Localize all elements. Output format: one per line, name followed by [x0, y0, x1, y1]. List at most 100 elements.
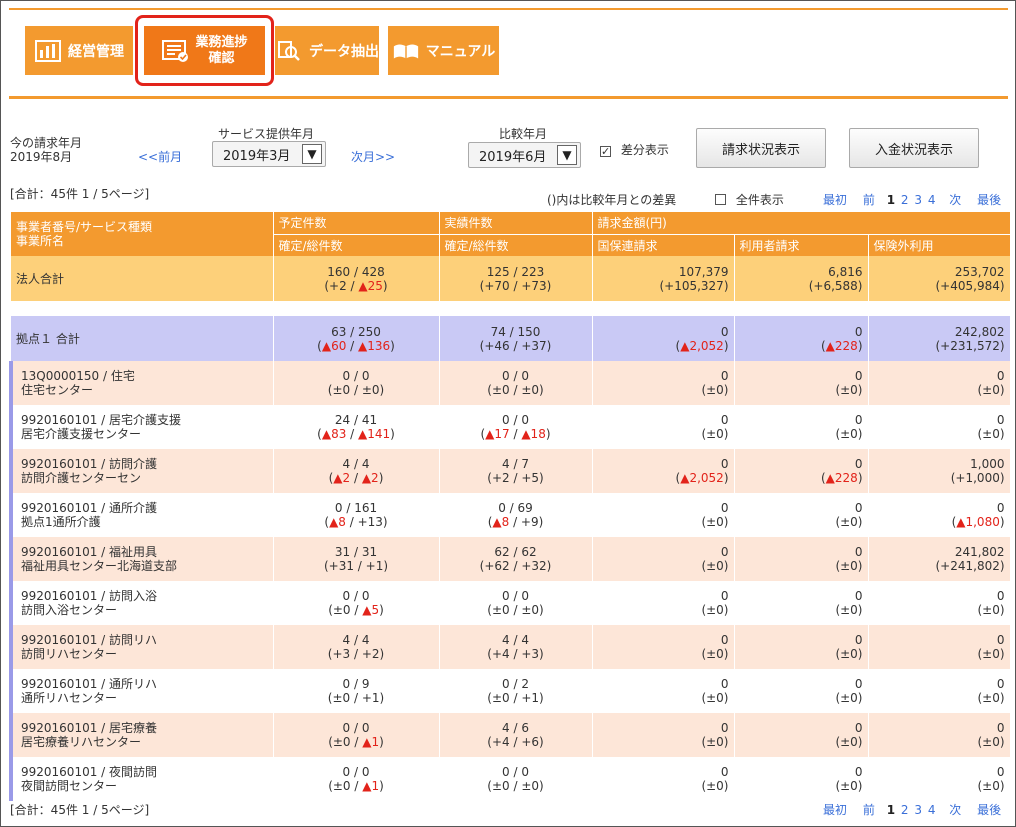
book-icon	[392, 39, 420, 63]
actual-count: 0 / 0 (±0 / ±0)	[439, 361, 593, 405]
office-name: 9920160101 / 訪問介護 訪問介護センターセン	[9, 449, 274, 493]
user-amount: 0 (±0)	[734, 581, 869, 625]
pager-page-link[interactable]: 3	[914, 803, 922, 817]
outside-amount-diff: (+241,802)	[935, 559, 1005, 573]
header-bottom-rule	[9, 96, 1008, 99]
next-month-link[interactable]: 次月>>	[351, 148, 395, 165]
pager-page-link[interactable]: 4	[928, 803, 936, 817]
pager-page-link[interactable]: 2	[901, 803, 909, 817]
progress-table: 事業者番号/サービス種類 事業所名 予定件数 実績件数 請求金額(円) 確定/総件…	[9, 212, 1011, 801]
pager-next-link[interactable]: 次	[949, 193, 961, 207]
header-office: 事業者番号/サービス種類 事業所名	[11, 212, 274, 256]
compare-month-value: 2019年6月	[479, 149, 547, 165]
outside-amount: 0 (▲1,080)	[868, 493, 1011, 537]
outside-amount: 0 (±0)	[868, 625, 1011, 669]
pager-page-link[interactable]: 2	[901, 193, 909, 207]
actual-count: 62 / 62 (+62 / +32)	[439, 537, 593, 581]
header-user: 利用者請求	[734, 233, 869, 256]
national-amount-diff: (±0)	[701, 559, 729, 573]
header-actual: 実績件数	[439, 212, 593, 234]
base-outside-diff: (+231,572)	[935, 338, 1005, 353]
billing-status-button[interactable]: 請求状況表示	[696, 128, 826, 168]
national-amount-diff: (±0)	[701, 647, 729, 661]
planned-count: 0 / 161 (▲8 / +13)	[273, 493, 440, 537]
checkbox-checked-icon[interactable]: ✓	[600, 146, 611, 157]
user-amount-diff: (±0)	[835, 735, 863, 749]
national-amount-diff: (±0)	[701, 603, 729, 617]
user-amount-diff: (±0)	[835, 603, 863, 617]
outside-amount-diff: (±0)	[977, 647, 1005, 661]
header-top-rule	[9, 8, 1008, 10]
diff-note: ()内は比較年月との差異	[547, 193, 677, 207]
nav-management-label: 経営管理	[68, 43, 124, 60]
actual-count: 0 / 2 (±0 / +1)	[439, 669, 593, 713]
base-user-diff: (▲228)	[820, 338, 863, 353]
office-name: 9920160101 / 居宅療養 居宅療養リハセンター	[9, 713, 274, 757]
table-row[interactable]: 9920160101 / 訪問入浴 訪問入浴センター 0 / 0 (±0 / ▲5) 0…	[9, 581, 1011, 625]
nav-manual-button[interactable]: マニュアル	[388, 26, 499, 75]
national-amount: 0 (±0)	[592, 757, 735, 801]
header-outside: 保険外利用	[868, 233, 1011, 256]
corp-planned: 160 / 428 (+2 / ▲25)	[273, 256, 440, 301]
base-outside: 242,802 (+231,572)	[868, 316, 1011, 361]
planned-count-diff: (▲83 / ▲141)	[317, 427, 395, 441]
pager-prev-link[interactable]: 前	[863, 803, 875, 817]
pager-page-link[interactable]: 3	[914, 193, 922, 207]
chevron-down-icon: ▼	[302, 144, 322, 164]
pager-page-link[interactable]: 4	[928, 193, 936, 207]
nav-data-extract-label: データ抽出	[309, 43, 379, 60]
nav-management-button[interactable]: 経営管理	[25, 26, 133, 75]
diff-display-toggle[interactable]: ✓ 差分表示	[600, 141, 669, 158]
national-amount-diff: (±0)	[701, 383, 729, 397]
table-row[interactable]: 9920160101 / 通所リハ 通所リハセンター 0 / 9 (±0 / +1) 0…	[9, 669, 1011, 713]
base-planned: 63 / 250 (▲60 / ▲136)	[273, 316, 440, 361]
user-amount: 0 (±0)	[734, 625, 869, 669]
table-row[interactable]: 9920160101 / 通所介護 拠点1通所介護 0 / 161 (▲8 / +13…	[9, 493, 1011, 537]
table-row[interactable]: 9920160101 / 居宅療養 居宅療養リハセンター 0 / 0 (±0 / ▲1…	[9, 713, 1011, 757]
pager-last-link[interactable]: 最後	[977, 803, 1001, 817]
user-amount-diff: (±0)	[835, 559, 863, 573]
user-amount: 0 (±0)	[734, 493, 869, 537]
table-row[interactable]: 9920160101 / 夜間訪問 夜間訪問センター 0 / 0 (±0 / ▲1) 0…	[9, 757, 1011, 801]
base-national: 0 (▲2,052)	[592, 316, 735, 361]
table-row[interactable]: 9920160101 / 訪問介護 訪問介護センターセン 4 / 4 (▲2 / ▲2…	[9, 449, 1011, 493]
show-all-toggle[interactable]: 全件表示	[715, 191, 784, 208]
outside-amount-diff: (±0)	[977, 603, 1005, 617]
nav-data-extract-button[interactable]: データ抽出	[275, 26, 379, 75]
table-row[interactable]: 9920160101 / 訪問リハ 訪問リハセンター 4 / 4 (+3 / +2) 4…	[9, 625, 1011, 669]
table-row[interactable]: 13Q0000150 / 住宅 住宅センター 0 / 0 (±0 / ±0) 0 / 0…	[9, 361, 1011, 405]
actual-count-diff: (▲8 / +9)	[487, 515, 544, 529]
outside-amount-diff: (±0)	[977, 383, 1005, 397]
checkbox-icon[interactable]	[715, 194, 726, 205]
user-amount: 0 (±0)	[734, 757, 869, 801]
table-row[interactable]: 9920160101 / 居宅介護支援 居宅介護支援センター 24 / 41 (▲83…	[9, 405, 1011, 449]
national-amount: 0 (±0)	[592, 537, 735, 581]
current-billing-value: 2019年8月	[10, 150, 73, 164]
pager-prev-link[interactable]: 前	[863, 193, 875, 207]
national-amount: 0 (±0)	[592, 581, 735, 625]
payment-status-button[interactable]: 入金状況表示	[849, 128, 979, 168]
prev-month-link[interactable]: <<前月	[138, 148, 182, 165]
bar-chart-icon	[34, 39, 62, 63]
planned-count-diff: (±0 / ▲1)	[328, 779, 384, 793]
spacer-cell	[11, 301, 1011, 316]
planned-count-diff: (▲8 / +13)	[324, 515, 388, 529]
pager-first-link[interactable]: 最初	[823, 193, 847, 207]
search-icon	[275, 39, 303, 63]
pager-next-link[interactable]: 次	[949, 803, 961, 817]
planned-count: 0 / 0 (±0 / ▲5)	[273, 581, 440, 625]
pager-top: 最初 前 1 2 3 4 次 最後	[823, 191, 1001, 208]
service-month-value: 2019年3月	[223, 148, 291, 164]
table-row[interactable]: 9920160101 / 福祉用具 福祉用具センター北海道支部 31 / 31 (+3…	[9, 537, 1011, 581]
outside-amount-diff: (±0)	[977, 779, 1005, 793]
service-month-select[interactable]: 2019年3月 ▼	[212, 141, 326, 167]
outside-amount: 0 (±0)	[868, 713, 1011, 757]
pager-last-link[interactable]: 最後	[977, 193, 1001, 207]
actual-count-diff: (±0 / ±0)	[487, 603, 544, 617]
corp-total-row: 法人合計 160 / 428 (+2 / ▲25) 125 / 223 (+70 / +…	[11, 256, 1011, 301]
compare-month-select[interactable]: 2019年6月 ▼	[468, 142, 581, 168]
pager-first-link[interactable]: 最初	[823, 803, 847, 817]
office-name: 9920160101 / 訪問入浴 訪問入浴センター	[9, 581, 274, 625]
user-amount: 0 (±0)	[734, 669, 869, 713]
corp-planned-diff: (+2 / ▲25)	[324, 278, 388, 293]
